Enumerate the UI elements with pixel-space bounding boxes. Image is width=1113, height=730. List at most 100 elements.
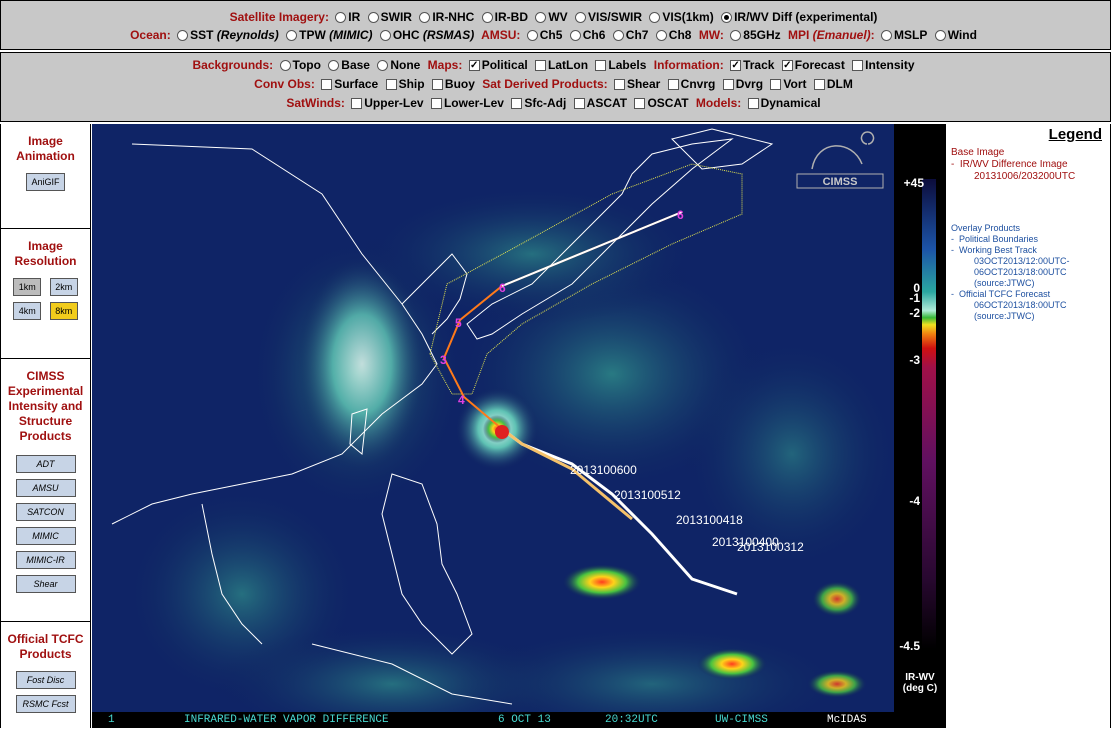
checkbox-upper-lev[interactable]: Upper-Lev — [351, 96, 424, 110]
checkbox-dlm[interactable]: DLM — [813, 77, 853, 91]
res-8km-button[interactable]: 8km — [49, 302, 78, 320]
forecast-marker[interactable]: 6 — [677, 208, 684, 222]
checkbox-icon[interactable] — [613, 79, 625, 90]
satellite-image[interactable]: 4 3 5 6 6 2013100600 2013100512 20131004… — [92, 124, 894, 728]
radio-vis-swir[interactable]: VIS/SWIR — [575, 10, 642, 24]
radio-icon[interactable] — [481, 12, 493, 23]
checkbox-labels[interactable]: Labels — [595, 58, 646, 72]
amsu-button[interactable]: AMSU — [15, 479, 76, 497]
checkbox-buoy[interactable]: Buoy — [431, 77, 475, 91]
fost-disc-button[interactable]: Fost Disc — [15, 671, 76, 689]
radio-ch7[interactable]: Ch7 — [612, 28, 648, 42]
checkbox-oscat[interactable]: OSCAT — [634, 96, 689, 110]
radio-icon[interactable] — [575, 12, 587, 23]
radio-icon[interactable] — [286, 30, 298, 41]
checkbox-political[interactable]: Political — [468, 58, 528, 72]
radio-icon[interactable] — [335, 12, 347, 23]
checkbox-icon[interactable] — [722, 79, 734, 90]
res-1km-button[interactable]: 1km — [13, 278, 42, 296]
radio-none[interactable]: None — [377, 58, 420, 72]
checkbox-ascat[interactable]: ASCAT — [573, 96, 627, 110]
checkbox-icon[interactable] — [813, 79, 825, 90]
checkbox-latlon[interactable]: LatLon — [535, 58, 588, 72]
radio-ch8[interactable]: Ch8 — [655, 28, 691, 42]
radio-icon[interactable] — [655, 30, 667, 41]
radio-icon[interactable] — [526, 30, 538, 41]
radio-icon[interactable] — [279, 60, 291, 71]
mimic-ir-button[interactable]: MIMIC-IR — [15, 551, 76, 569]
radio-icon[interactable] — [934, 30, 946, 41]
radio-ch6[interactable]: Ch6 — [569, 28, 605, 42]
radio-ir-wv-diff[interactable]: IR/WV Diff (experimental) — [721, 10, 877, 24]
radio-sst[interactable]: SST (Reynolds) — [177, 28, 279, 42]
checkbox-icon[interactable] — [634, 98, 646, 109]
adt-button[interactable]: ADT — [15, 455, 76, 473]
checkbox-forecast[interactable]: Forecast — [781, 58, 845, 72]
checkbox-checked-icon[interactable] — [468, 60, 480, 71]
checkbox-icon[interactable] — [852, 60, 864, 71]
checkbox-checked-icon[interactable] — [730, 60, 742, 71]
radio-vis-1km[interactable]: VIS(1km) — [649, 10, 714, 24]
checkbox-icon[interactable] — [511, 98, 523, 109]
radio-icon[interactable] — [367, 12, 379, 23]
radio-base[interactable]: Base — [328, 58, 370, 72]
radio-ohc[interactable]: OHC (RSMAS) — [379, 28, 474, 42]
forecast-marker[interactable]: 5 — [455, 316, 462, 330]
radio-icon[interactable] — [649, 12, 661, 23]
checkbox-vort[interactable]: Vort — [770, 77, 806, 91]
radio-swir[interactable]: SWIR — [367, 10, 412, 24]
radio-ch5[interactable]: Ch5 — [526, 28, 562, 42]
shear-button[interactable]: Shear — [15, 575, 76, 593]
rsmc-fcst-button[interactable]: RSMC Fcst — [15, 695, 76, 713]
radio-selected-icon[interactable] — [721, 12, 733, 23]
radio-icon[interactable] — [377, 60, 389, 71]
checkbox-icon[interactable] — [430, 98, 442, 109]
checkbox-sfc-adj[interactable]: Sfc-Adj — [511, 96, 566, 110]
radio-icon[interactable] — [535, 12, 547, 23]
current-storm-marker[interactable] — [495, 425, 509, 439]
checkbox-icon[interactable] — [747, 98, 759, 109]
anigif-button[interactable]: AniGIF — [26, 173, 65, 191]
checkbox-icon[interactable] — [770, 79, 782, 90]
radio-mslp[interactable]: MSLP — [881, 28, 927, 42]
checkbox-ship[interactable]: Ship — [385, 77, 425, 91]
res-2km-button[interactable]: 2km — [49, 278, 78, 296]
radio-wind[interactable]: Wind — [934, 28, 977, 42]
radio-icon[interactable] — [730, 30, 742, 41]
radio-85ghz[interactable]: 85GHz — [730, 28, 781, 42]
res-4km-button[interactable]: 4km — [13, 302, 42, 320]
checkbox-lower-lev[interactable]: Lower-Lev — [430, 96, 504, 110]
checkbox-dvrg[interactable]: Dvrg — [722, 77, 763, 91]
radio-ir[interactable]: IR — [335, 10, 360, 24]
checkbox-icon[interactable] — [667, 79, 679, 90]
checkbox-dynamical[interactable]: Dynamical — [747, 96, 821, 110]
radio-wv[interactable]: WV — [535, 10, 568, 24]
checkbox-icon[interactable] — [573, 98, 585, 109]
radio-icon[interactable] — [612, 30, 624, 41]
forecast-marker[interactable]: 6 — [499, 281, 506, 295]
radio-ir-nhc[interactable]: IR-NHC — [419, 10, 474, 24]
radio-icon[interactable] — [328, 60, 340, 71]
radio-icon[interactable] — [419, 12, 431, 23]
checkbox-surface[interactable]: Surface — [321, 77, 378, 91]
radio-ir-bd[interactable]: IR-BD — [481, 10, 528, 24]
checkbox-cnvrg[interactable]: Cnvrg — [667, 77, 715, 91]
radio-tpw[interactable]: TPW (MIMIC) — [286, 28, 373, 42]
checkbox-intensity[interactable]: Intensity — [852, 58, 915, 72]
forecast-marker[interactable]: 3 — [440, 353, 447, 367]
checkbox-checked-icon[interactable] — [781, 60, 793, 71]
checkbox-icon[interactable] — [351, 98, 363, 109]
checkbox-icon[interactable] — [431, 79, 443, 90]
satcon-button[interactable]: SATCON — [15, 503, 76, 521]
radio-topo[interactable]: Topo — [279, 58, 321, 72]
radio-icon[interactable] — [177, 30, 189, 41]
checkbox-icon[interactable] — [595, 60, 607, 71]
radio-icon[interactable] — [379, 30, 391, 41]
checkbox-icon[interactable] — [385, 79, 397, 90]
checkbox-shear[interactable]: Shear — [613, 77, 660, 91]
radio-icon[interactable] — [881, 30, 893, 41]
forecast-marker[interactable]: 4 — [458, 393, 465, 407]
checkbox-track[interactable]: Track — [730, 58, 774, 72]
checkbox-icon[interactable] — [321, 79, 333, 90]
radio-icon[interactable] — [569, 30, 581, 41]
